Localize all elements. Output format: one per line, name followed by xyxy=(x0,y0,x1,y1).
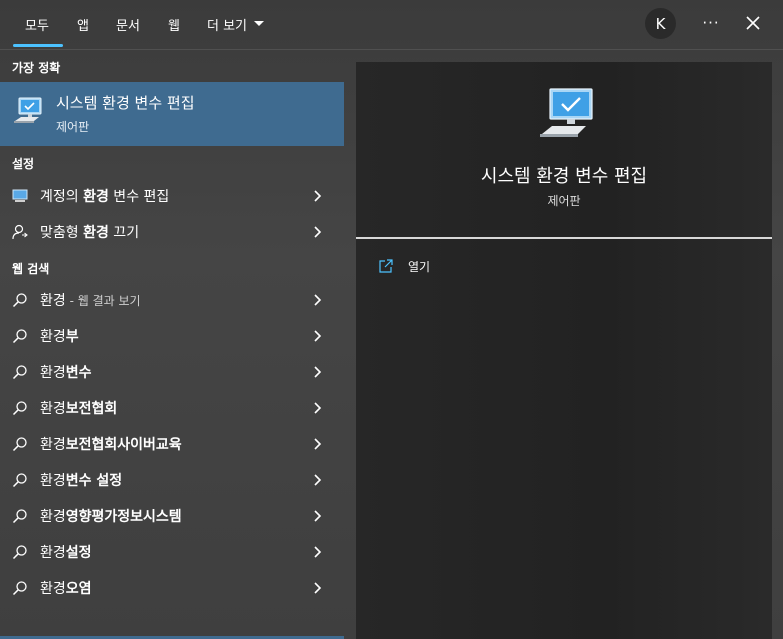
web-search-item-label: 환경부 xyxy=(40,329,79,345)
detail-panel: 시스템 환경 변수 편집 제어판 열기 xyxy=(356,62,772,639)
open-action-label: 열기 xyxy=(408,259,431,274)
web-search-item-label: 환경보전협회 xyxy=(40,401,118,417)
web-search-item-label: 환경변수 설정 xyxy=(40,473,123,489)
active-tab-indicator xyxy=(13,44,63,47)
monitor-icon xyxy=(12,189,28,202)
web-search-item[interactable]: 환경보전협회사이버교육 xyxy=(0,426,344,462)
detail-divider xyxy=(356,237,772,239)
web-search-item-label: 환경보전협회사이버교육 xyxy=(40,437,182,453)
more-options-button[interactable]: ··· xyxy=(696,8,726,38)
settings-item-label: 맞춤형 환경 끄기 xyxy=(40,225,140,241)
web-search-item-label: 환경변수 xyxy=(40,365,92,381)
web-search-item-label: 환경설정 xyxy=(40,545,92,561)
chevron-right-icon xyxy=(314,330,322,342)
search-icon xyxy=(12,581,27,596)
results-panel: 가장 정확 시스템 환경 변수 편집 제어판 설정 계정의 환경 변수 편집 맞… xyxy=(0,50,344,639)
chevron-right-icon xyxy=(314,366,322,378)
web-search-item[interactable]: 환경설정 xyxy=(0,534,344,570)
open-external-icon xyxy=(379,259,393,273)
section-best-match: 가장 정확 xyxy=(12,61,61,75)
best-match-item[interactable]: 시스템 환경 변수 편집 제어판 xyxy=(0,82,344,146)
search-icon xyxy=(12,365,27,380)
monitor-check-icon xyxy=(540,88,593,137)
search-icon xyxy=(12,545,27,560)
best-match-subtitle: 제어판 xyxy=(56,120,90,134)
tab-web[interactable]: 웹 xyxy=(168,12,180,36)
detail-subtitle: 제어판 xyxy=(547,194,581,208)
close-button[interactable] xyxy=(738,8,768,38)
tab-more-label: 더 보기 xyxy=(207,18,248,34)
web-search-item-label: 환경오염 xyxy=(40,581,92,597)
tab-more[interactable]: 더 보기 xyxy=(207,12,265,36)
chevron-right-icon xyxy=(314,402,322,414)
settings-item-personalized-env-off[interactable]: 맞춤형 환경 끄기 xyxy=(0,214,344,250)
chevron-right-icon xyxy=(314,190,322,202)
search-icon xyxy=(12,473,27,488)
caret-down-icon xyxy=(254,21,265,26)
web-search-item[interactable]: 환경 - 웹 결과 보기 xyxy=(0,282,344,318)
web-search-item[interactable]: 환경보전협회 xyxy=(0,390,344,426)
avatar[interactable]: K xyxy=(645,8,676,39)
search-icon xyxy=(12,401,27,416)
web-search-item[interactable]: 환경부 xyxy=(0,318,344,354)
settings-item-label: 계정의 환경 변수 편집 xyxy=(40,189,170,205)
web-search-item-label: 환경 - 웹 결과 보기 xyxy=(40,293,141,309)
tab-all[interactable]: 모두 xyxy=(25,12,49,36)
web-search-item[interactable]: 환경변수 설정 xyxy=(0,462,344,498)
monitor-check-icon xyxy=(14,97,42,123)
chevron-right-icon xyxy=(314,474,322,486)
section-web-search: 웹 검색 xyxy=(12,262,50,276)
chevron-right-icon xyxy=(314,510,322,522)
section-settings: 설정 xyxy=(12,157,35,171)
chevron-right-icon xyxy=(314,226,322,238)
web-search-item-label: 환경영향평가정보시스템 xyxy=(40,509,182,525)
search-icon xyxy=(12,293,27,308)
person-icon xyxy=(12,224,28,240)
search-icon xyxy=(12,329,27,344)
search-icon xyxy=(12,509,27,524)
chevron-right-icon xyxy=(314,294,322,306)
best-match-title: 시스템 환경 변수 편집 xyxy=(56,94,195,112)
top-bar: 모두 앱 문서 웹 더 보기 K ··· xyxy=(0,0,783,50)
chevron-right-icon xyxy=(314,438,322,450)
web-search-item[interactable]: 환경변수 xyxy=(0,354,344,390)
tab-documents[interactable]: 문서 xyxy=(116,12,140,36)
chevron-right-icon xyxy=(314,546,322,558)
chevron-right-icon xyxy=(314,582,322,594)
open-action[interactable]: 열기 xyxy=(378,256,430,276)
close-icon xyxy=(746,16,760,30)
web-search-item[interactable]: 환경오염 xyxy=(0,570,344,606)
search-icon xyxy=(12,437,27,452)
tab-apps[interactable]: 앱 xyxy=(77,12,89,36)
web-search-item[interactable]: 환경영향평가정보시스템 xyxy=(0,498,344,534)
detail-title: 시스템 환경 변수 편집 xyxy=(480,166,648,187)
settings-item-account-env-vars[interactable]: 계정의 환경 변수 편집 xyxy=(0,178,344,214)
